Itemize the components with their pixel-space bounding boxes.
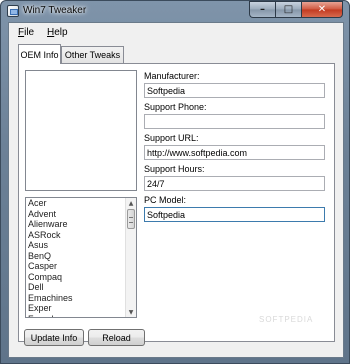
support-phone-label: Support Phone: (144, 102, 207, 112)
oem-info-panel: Acer Advent Alienware ASRock Asus BenQ Casper C… (18, 63, 335, 342)
watermark: SOFTPEDIA (259, 315, 314, 324)
list-item[interactable]: Advent (28, 209, 122, 220)
list-item[interactable]: Dell (28, 282, 122, 293)
oem-logo-preview[interactable] (25, 70, 137, 191)
list-item[interactable]: Emachines (28, 293, 122, 304)
manufacturer-label: Manufacturer: (144, 71, 200, 81)
window-title: Win7 Tweaker (23, 5, 87, 16)
down-arrow-icon[interactable]: ▼ (126, 307, 136, 317)
support-url-label: Support URL: (144, 133, 199, 143)
close-button[interactable]: ✕ (301, 1, 343, 18)
reload-button[interactable]: Reload (88, 329, 145, 346)
pc-model-label: PC Model: (144, 195, 187, 205)
update-info-button[interactable]: Update Info (24, 329, 84, 346)
manufacturer-field[interactable] (144, 83, 325, 98)
list-item[interactable]: ASRock (28, 230, 122, 241)
list-item[interactable]: Founder (28, 314, 122, 318)
tab-oem-info[interactable]: OEM Info (18, 44, 61, 64)
list-item[interactable]: Exper (28, 303, 122, 314)
maximize-button[interactable]: □ (275, 1, 301, 18)
support-phone-field[interactable] (144, 114, 325, 129)
list-items: Acer Advent Alienware ASRock Asus BenQ Casper C… (28, 198, 122, 318)
menu-help-label: elp (54, 27, 68, 38)
support-hours-label: Support Hours: (144, 164, 205, 174)
support-url-field[interactable] (144, 145, 325, 160)
menu-file-label: ile (24, 27, 35, 38)
up-arrow-icon[interactable]: ▲ (126, 198, 136, 208)
oem-manufacturer-list[interactable]: Acer Advent Alienware ASRock Asus BenQ Casper C… (25, 197, 137, 318)
list-item[interactable]: Compaq (28, 272, 122, 283)
list-item[interactable]: Asus (28, 240, 122, 251)
minimize-button[interactable]: – (249, 1, 275, 18)
list-item[interactable]: Casper (28, 261, 122, 272)
menu-file[interactable]: File (18, 27, 34, 38)
scroll-thumb[interactable] (127, 209, 135, 229)
support-hours-field[interactable] (144, 176, 325, 191)
menu-help[interactable]: Help (47, 27, 68, 38)
list-scrollbar[interactable]: ▲ ▼ (125, 198, 136, 317)
client-area: File Help OEM Info Other Tweaks Acer Adve… (8, 22, 344, 358)
menu-bar: File Help (9, 23, 343, 43)
caption-buttons: – □ ✕ (249, 1, 343, 19)
list-item[interactable]: Acer (28, 198, 122, 209)
tab-other-tweaks[interactable]: Other Tweaks (61, 46, 124, 63)
list-item[interactable]: Alienware (28, 219, 122, 230)
app-icon[interactable] (7, 5, 19, 17)
window-frame: Win7 Tweaker – □ ✕ File Help OEM Info Ot… (0, 0, 350, 364)
pc-model-field[interactable] (144, 207, 325, 222)
title-bar[interactable]: Win7 Tweaker – □ ✕ (1, 1, 349, 21)
list-item[interactable]: BenQ (28, 251, 122, 262)
